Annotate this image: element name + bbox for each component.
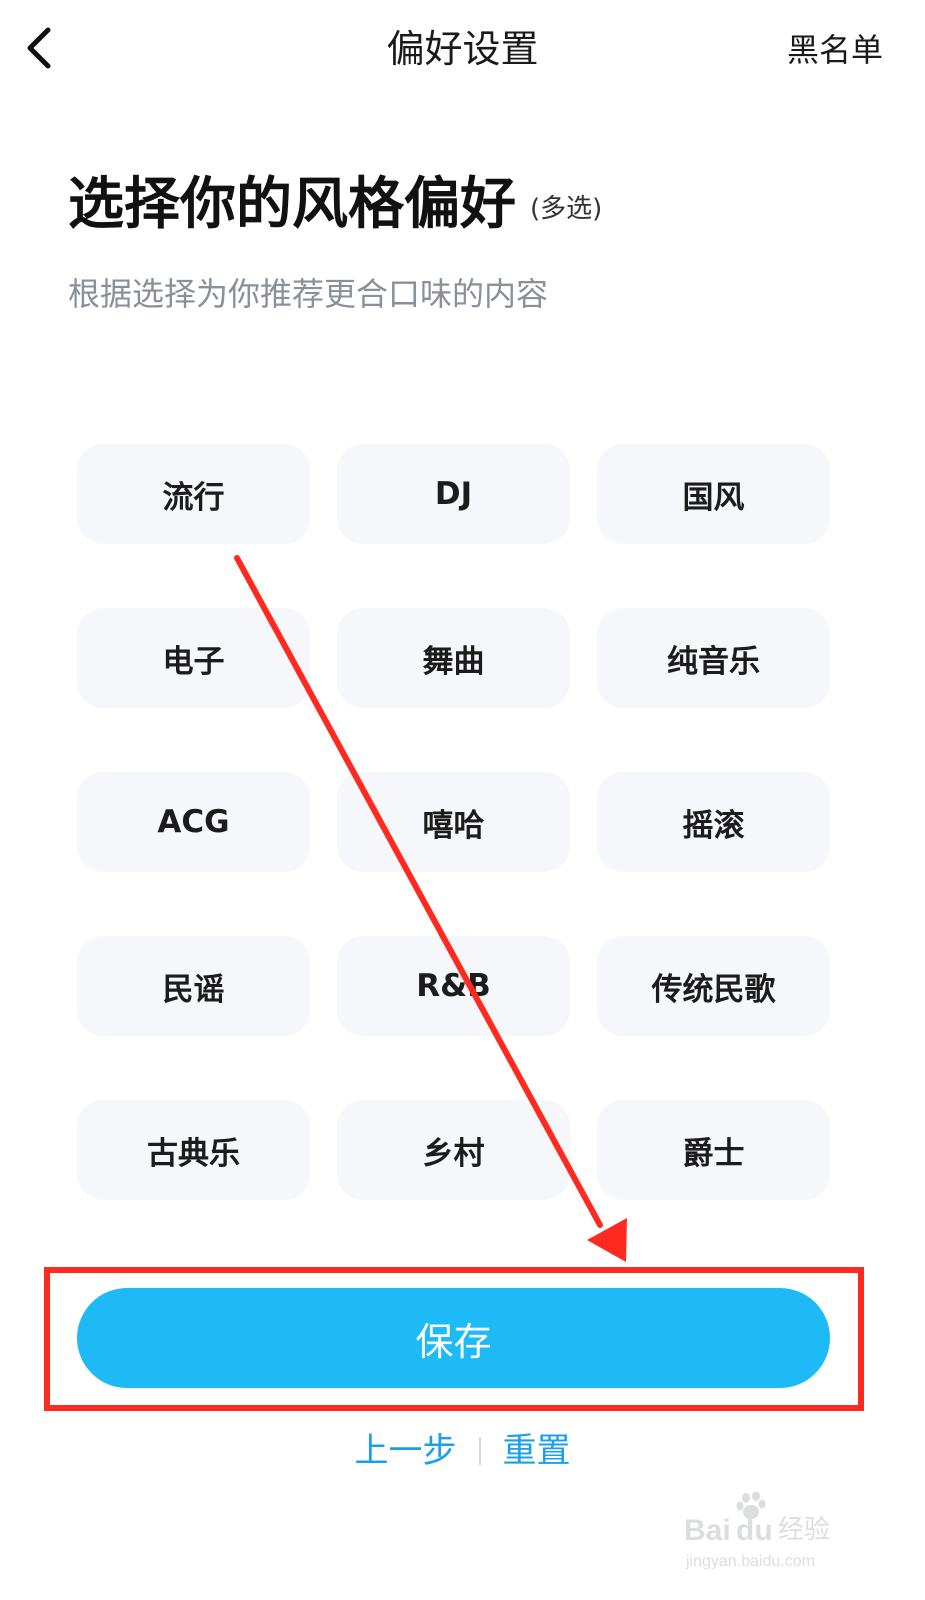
reset-link[interactable]: 重置	[503, 1428, 571, 1474]
top-bar: 偏好设置 黑名单	[0, 0, 925, 100]
genre-chip[interactable]: 电子	[77, 608, 310, 708]
genre-chip[interactable]: 摇滚	[597, 772, 830, 872]
section-heading: 选择你的风格偏好 (多选)	[68, 170, 602, 244]
genre-grid: 流行 DJ 国风 电子 舞曲 纯音乐 ACG 嘻哈 摇滚 民谣 R&B 传统民歌…	[77, 444, 830, 1200]
genre-chip[interactable]: 纯音乐	[597, 608, 830, 708]
genre-chip[interactable]: DJ	[337, 444, 570, 544]
section-title: 选择你的风格偏好	[68, 172, 516, 237]
genre-chip[interactable]: 爵士	[597, 1100, 830, 1200]
svg-text:du: du	[736, 1514, 773, 1547]
previous-step-link[interactable]: 上一步	[355, 1428, 457, 1474]
multi-select-note: (多选)	[530, 194, 603, 224]
genre-chip[interactable]: R&B	[337, 936, 570, 1036]
blacklist-button[interactable]: 黑名单	[787, 30, 883, 70]
genre-chip[interactable]: 乡村	[337, 1100, 570, 1200]
genre-chip[interactable]: 流行	[77, 444, 310, 544]
genre-chip[interactable]: 国风	[597, 444, 830, 544]
save-button[interactable]: 保存	[77, 1288, 830, 1388]
genre-chip[interactable]: 嘻哈	[337, 772, 570, 872]
genre-chip[interactable]: 民谣	[77, 936, 310, 1036]
svg-text:Bai: Bai	[684, 1514, 731, 1547]
baidu-jingyan-watermark: Bai du 经验 jingyan.baidu.com	[684, 1492, 830, 1570]
section-subtitle: 根据选择为你推荐更合口味的内容	[68, 275, 549, 313]
genre-chip[interactable]: ACG	[77, 772, 310, 872]
genre-chip[interactable]: 古典乐	[77, 1100, 310, 1200]
svg-text:jingyan.baidu.com: jingyan.baidu.com	[685, 1553, 815, 1570]
annotation-arrowhead	[587, 1218, 627, 1262]
footer-divider	[478, 1437, 481, 1465]
footer-links: 上一步 重置	[0, 1428, 925, 1474]
genre-chip[interactable]: 舞曲	[337, 608, 570, 708]
svg-text:经验: 经验	[778, 1515, 830, 1545]
genre-chip[interactable]: 传统民歌	[597, 936, 830, 1036]
